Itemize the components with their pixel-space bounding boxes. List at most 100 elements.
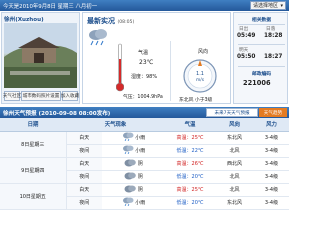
wind-unit: m/s (196, 77, 205, 83)
temperature-label: 气温 (138, 50, 149, 56)
forecast-title: 徐州天气预报 (2010-09-08 08:00发布) (3, 111, 111, 117)
city-photo-image (4, 23, 77, 88)
weather-text: 阴 (137, 187, 143, 193)
sunset-caption: 日落 (266, 27, 276, 32)
forecast-date: 10日星期五 (0, 183, 67, 210)
weather-cell: 阴 (102, 157, 166, 171)
thermometer-icon (116, 43, 124, 92)
tab-weather-trend[interactable]: 天气趋势 (259, 108, 287, 117)
wind-direction-cell: 西北风 (215, 157, 255, 171)
period-label: 白天 (66, 157, 102, 171)
weather-text: 小雨 (135, 148, 146, 154)
temperature-cell: 低温：22℃ (165, 144, 216, 158)
period-label: 夜间 (66, 170, 102, 184)
zip-code: 221006 (243, 79, 271, 87)
city-panel: 徐州(Xuzhou) 天气社区 城市数码照片设置 加入收藏 (1, 12, 80, 104)
temperature-cell: 高温：25℃ (165, 183, 216, 197)
wind-direction-cell: 北风 (215, 144, 255, 158)
period-label: 白天 (66, 183, 102, 197)
weather-text: 小雨 (135, 135, 146, 141)
humidity-value: 湿度：98% (131, 74, 158, 80)
wind-force-cell: 3-4级 (254, 157, 290, 171)
header-wind-force: 风力 (254, 118, 290, 132)
community-button[interactable]: 天气社区 (3, 91, 21, 101)
wind-direction-cell: 东北风 (215, 131, 255, 145)
region-select-label: 请选择地区 (253, 3, 279, 9)
table-row: 10日星期五 白天 阴 高温：25℃ 北风 3-4级 (0, 183, 290, 210)
wind-force-cell: 3-4级 (254, 144, 290, 158)
period-label: 白天 (66, 131, 102, 145)
info-divider (238, 24, 285, 25)
temperature-cell: 低温：20℃ (165, 196, 216, 210)
weather-cell: 小雨 (102, 196, 166, 210)
rain-cloud-icon (89, 29, 107, 46)
rain-icon (122, 145, 134, 156)
weather-text: 小雨 (135, 200, 146, 206)
city-title: 徐州(Xuzhou) (4, 17, 44, 23)
weather-cell: 阴 (102, 183, 166, 197)
header-wind-direction: 风向 (215, 118, 255, 132)
panel-divider (170, 41, 171, 101)
cloudy-icon (124, 158, 137, 169)
weather-text: 阴 (137, 161, 143, 167)
tomorrow-caption: 明天 (239, 48, 249, 53)
weather-cell: 小雨 (102, 131, 166, 145)
sunrise-caption: 日出 (239, 27, 249, 32)
temperature-value: 23℃ (139, 59, 154, 66)
forecast-bar: 徐州天气预报 (2010-09-08 08:00发布) 未来7天天气预报 天气趋… (0, 107, 289, 118)
rain-icon (122, 197, 134, 208)
current-title-text: 最新实况 (87, 17, 115, 25)
cloudy-icon (124, 184, 137, 195)
tomorrow-sunrise-time: 05:50 (237, 54, 256, 60)
forecast-date: 9日星期四 (0, 157, 67, 184)
info-title: 相关数据 (251, 18, 272, 23)
info-divider (238, 66, 285, 67)
period-label: 夜间 (66, 144, 102, 158)
sunrise-time: 05:49 (237, 33, 256, 39)
pressure-value: 气压：1004.9hPa (123, 95, 163, 100)
tab-future-forecast[interactable]: 未来7天天气预报 (206, 108, 258, 117)
wind-force-cell: 3-4级 (254, 183, 290, 197)
top-bar: 今天是2010年9月8日 星期三 八月初一 请选择地区 ▾ (0, 0, 289, 11)
wind-direction-cell: 北风 (215, 183, 255, 197)
weather-cell: 小雨 (102, 144, 166, 158)
current-date: 今天是2010年9月8日 星期三 八月初一 (3, 4, 98, 10)
wind-direction-cell: 北风 (215, 170, 255, 184)
current-title: 最新实况 (08:05) (87, 16, 134, 26)
wind-force-cell: 3-4级 (254, 196, 290, 210)
header-date: 日期 (0, 118, 66, 132)
period-label: 夜间 (66, 196, 102, 210)
table-row: 9日星期四 白天 阴 高温：26℃ 西北风 3-4级 (0, 157, 290, 184)
table-header-row: 日期 天气现象 气温 风向 风力 (0, 118, 290, 132)
rain-icon (122, 132, 134, 143)
region-select[interactable]: 请选择地区 ▾ (250, 1, 286, 10)
wind-compass-icon: 1.1 m/s (183, 59, 217, 93)
tomorrow-sunset-time: 18:27 (264, 54, 283, 60)
forecast-table: 日期 天气现象 气温 风向 风力 8日星期三 白天 小雨 高温：25℃ 东北风 3-4级… (0, 118, 290, 210)
sunset-time: 18:28 (264, 33, 283, 39)
wind-speed: 1.1 (196, 71, 204, 77)
photo-settings-button[interactable]: 城市数码照片设置 (21, 91, 61, 101)
weather-text: 阴 (137, 174, 143, 180)
table-row: 8日星期三 白天 小雨 高温：25℃ 东北风 3-4级 (0, 131, 290, 158)
wind-value: 东北风 小于3级 (179, 98, 213, 103)
city-photo[interactable] (4, 23, 77, 88)
forecast-date: 8日星期三 (0, 131, 67, 158)
header-weather: 天气现象 (66, 118, 166, 132)
wind-direction-label: 风向 (198, 49, 209, 55)
temperature-cell: 高温：26℃ (165, 157, 216, 171)
sun-info-panel: 相关数据 日出 日落 05:49 18:28 明天 05:50 18:27 邮政… (233, 12, 288, 104)
temperature-cell: 低温：20℃ (165, 170, 216, 184)
wind-direction-cell: 东北风 (215, 196, 255, 210)
weather-cell: 阴 (102, 170, 166, 184)
header-temperature: 气温 (165, 118, 216, 132)
add-favorite-button[interactable]: 加入收藏 (61, 91, 79, 101)
info-divider (238, 44, 285, 45)
wind-force-cell: 3-4级 (254, 170, 290, 184)
cloudy-icon (124, 171, 137, 182)
temperature-cell: 高温：25℃ (165, 131, 216, 145)
zip-label: 邮政编码 (251, 72, 272, 77)
current-conditions: 最新实况 (08:05) 气温 23℃ 湿度：98% 气压：1004.9hPa … (82, 12, 231, 104)
wind-force-cell: 3-4级 (254, 131, 290, 145)
chevron-down-icon: ▾ (280, 2, 283, 9)
